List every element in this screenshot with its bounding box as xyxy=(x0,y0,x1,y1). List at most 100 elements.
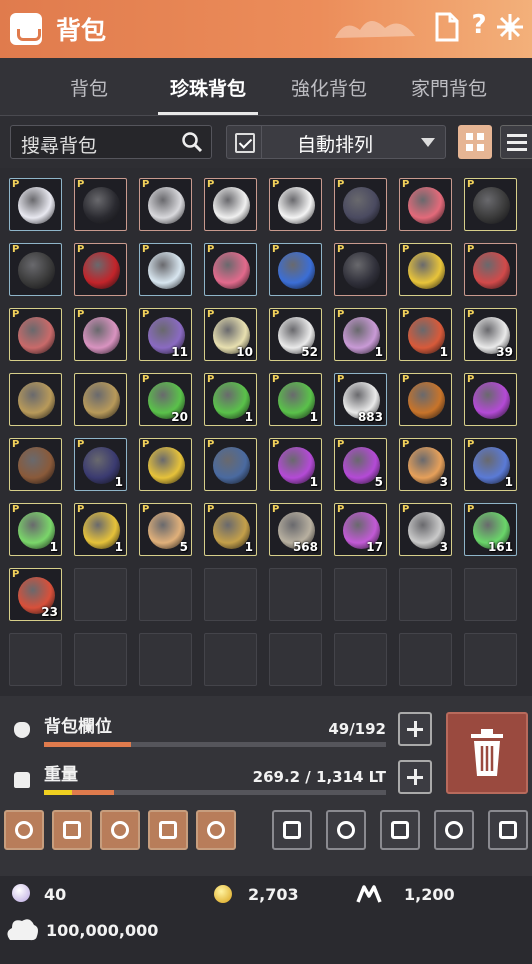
inventory-slot[interactable]: P xyxy=(464,178,517,231)
gold-sphere-icon xyxy=(83,382,120,419)
inventory-slot[interactable]: P xyxy=(9,438,62,491)
tab-pearl-backpack[interactable]: 珍珠背包 xyxy=(153,74,263,101)
inventory-slot[interactable]: P xyxy=(74,178,127,231)
inventory-slot[interactable]: P 17 xyxy=(334,503,387,556)
empty-slot[interactable] xyxy=(334,633,387,686)
pearl-item-badge: P xyxy=(337,439,345,450)
inventory-slot[interactable]: P xyxy=(139,438,192,491)
pearl-item-badge: P xyxy=(12,179,20,190)
inventory-slot[interactable]: P xyxy=(74,243,127,296)
inventory-slot[interactable]: P xyxy=(399,373,452,426)
hammer-button[interactable] xyxy=(326,810,366,850)
pendant-button[interactable] xyxy=(272,810,312,850)
empty-slot[interactable] xyxy=(9,633,62,686)
empty-slot[interactable] xyxy=(74,633,127,686)
empty-slot[interactable] xyxy=(139,633,192,686)
inventory-slot[interactable]: P 23 xyxy=(9,568,62,621)
inventory-slot[interactable]: P1 xyxy=(464,438,517,491)
auto-sort-dropdown[interactable]: 自動排列 xyxy=(226,125,446,159)
inventory-slot[interactable]: P xyxy=(74,308,127,361)
empty-slot[interactable] xyxy=(204,568,257,621)
help-icon[interactable]: ? xyxy=(468,10,490,42)
diamond-button[interactable] xyxy=(52,810,92,850)
inventory-slot[interactable]: P 568 xyxy=(269,503,322,556)
inventory-slot[interactable]: P1 xyxy=(204,503,257,556)
inventory-slot[interactable]: P 11 xyxy=(139,308,192,361)
inventory-slot[interactable]: P1 xyxy=(269,438,322,491)
slots-value: 49/192 xyxy=(328,720,386,738)
inventory-slot[interactable]: P 161 xyxy=(464,503,517,556)
inventory-slot[interactable]: P 10 xyxy=(204,308,257,361)
inventory-slot[interactable]: P1 xyxy=(204,373,257,426)
inventory-slot[interactable]: P 20 xyxy=(139,373,192,426)
settings-flower-icon[interactable] xyxy=(494,12,526,44)
empty-slot[interactable] xyxy=(399,568,452,621)
inventory-slot[interactable]: P xyxy=(9,243,62,296)
inventory-slot[interactable] xyxy=(9,373,62,426)
trash-button[interactable] xyxy=(446,712,528,794)
item-quantity: 1 xyxy=(114,540,123,554)
chevron-down-icon xyxy=(421,138,435,147)
pearl-item-badge: P xyxy=(337,374,345,385)
grid-button[interactable] xyxy=(196,810,236,850)
empty-slot[interactable] xyxy=(74,568,127,621)
inventory-slot[interactable]: P3 xyxy=(399,438,452,491)
inventory-slot[interactable] xyxy=(74,373,127,426)
expand-slots-button[interactable] xyxy=(398,712,432,746)
inventory-slot[interactable]: P xyxy=(9,308,62,361)
empty-slot[interactable] xyxy=(334,568,387,621)
auto-sort-checkbox[interactable] xyxy=(235,133,255,153)
item-quantity: 5 xyxy=(179,540,188,554)
empty-slot[interactable] xyxy=(464,568,517,621)
empty-slot[interactable] xyxy=(464,633,517,686)
pearl-item-badge: P xyxy=(337,179,345,190)
inventory-slot[interactable]: P xyxy=(334,243,387,296)
search-input[interactable]: 搜尋背包 xyxy=(10,125,212,159)
inventory-slot[interactable]: P1 xyxy=(9,503,62,556)
inventory-slot[interactable]: P xyxy=(139,178,192,231)
tab-backpack[interactable]: 背包 xyxy=(34,74,144,101)
empty-slot[interactable] xyxy=(269,568,322,621)
inventory-slot[interactable]: P xyxy=(399,178,452,231)
inventory-slot[interactable]: P xyxy=(464,373,517,426)
inventory-slot[interactable]: P5 xyxy=(334,438,387,491)
inventory-slot[interactable]: P 883 xyxy=(334,373,387,426)
tab-enhance-backpack[interactable]: 強化背包 xyxy=(274,74,384,101)
grid-view-button[interactable] xyxy=(458,125,492,159)
inventory-slot[interactable]: P xyxy=(9,178,62,231)
inventory-slot[interactable]: P xyxy=(204,243,257,296)
tab-family-backpack[interactable]: 家門背包 xyxy=(394,74,504,101)
inventory-slot[interactable]: P xyxy=(204,438,257,491)
document-icon[interactable] xyxy=(434,12,460,44)
expand-weight-button[interactable] xyxy=(398,760,432,794)
inventory-slot[interactable]: P xyxy=(464,243,517,296)
item-quantity: 1 xyxy=(439,345,448,359)
list-view-button[interactable] xyxy=(500,125,532,159)
inventory-slot[interactable]: P5 xyxy=(139,503,192,556)
inventory-slot[interactable]: P1 xyxy=(334,308,387,361)
inventory-slot[interactable]: P 39 xyxy=(464,308,517,361)
inventory-slot[interactable]: P1 xyxy=(269,373,322,426)
search-icon[interactable] xyxy=(181,131,203,153)
sparkle-sword-button[interactable] xyxy=(4,810,44,850)
inventory-slot[interactable]: P xyxy=(334,178,387,231)
smith-hammer-button[interactable] xyxy=(488,810,528,850)
inventory-slot[interactable]: P xyxy=(139,243,192,296)
crystal-button[interactable] xyxy=(148,810,188,850)
inventory-slot[interactable]: P1 xyxy=(74,503,127,556)
inventory-slot[interactable]: P xyxy=(269,178,322,231)
empty-slot[interactable] xyxy=(139,568,192,621)
anvil-button[interactable] xyxy=(434,810,474,850)
inventory-slot[interactable]: P3 xyxy=(399,503,452,556)
inventory-slot[interactable]: P 52 xyxy=(269,308,322,361)
inventory-slot[interactable]: P xyxy=(399,243,452,296)
empty-slot[interactable] xyxy=(269,633,322,686)
triskelion-button[interactable] xyxy=(380,810,420,850)
empty-slot[interactable] xyxy=(204,633,257,686)
inventory-slot[interactable]: P1 xyxy=(399,308,452,361)
empty-slot[interactable] xyxy=(399,633,452,686)
inventory-slot[interactable]: P1 xyxy=(74,438,127,491)
swirl-button[interactable] xyxy=(100,810,140,850)
inventory-slot[interactable]: P xyxy=(269,243,322,296)
inventory-slot[interactable]: P xyxy=(204,178,257,231)
